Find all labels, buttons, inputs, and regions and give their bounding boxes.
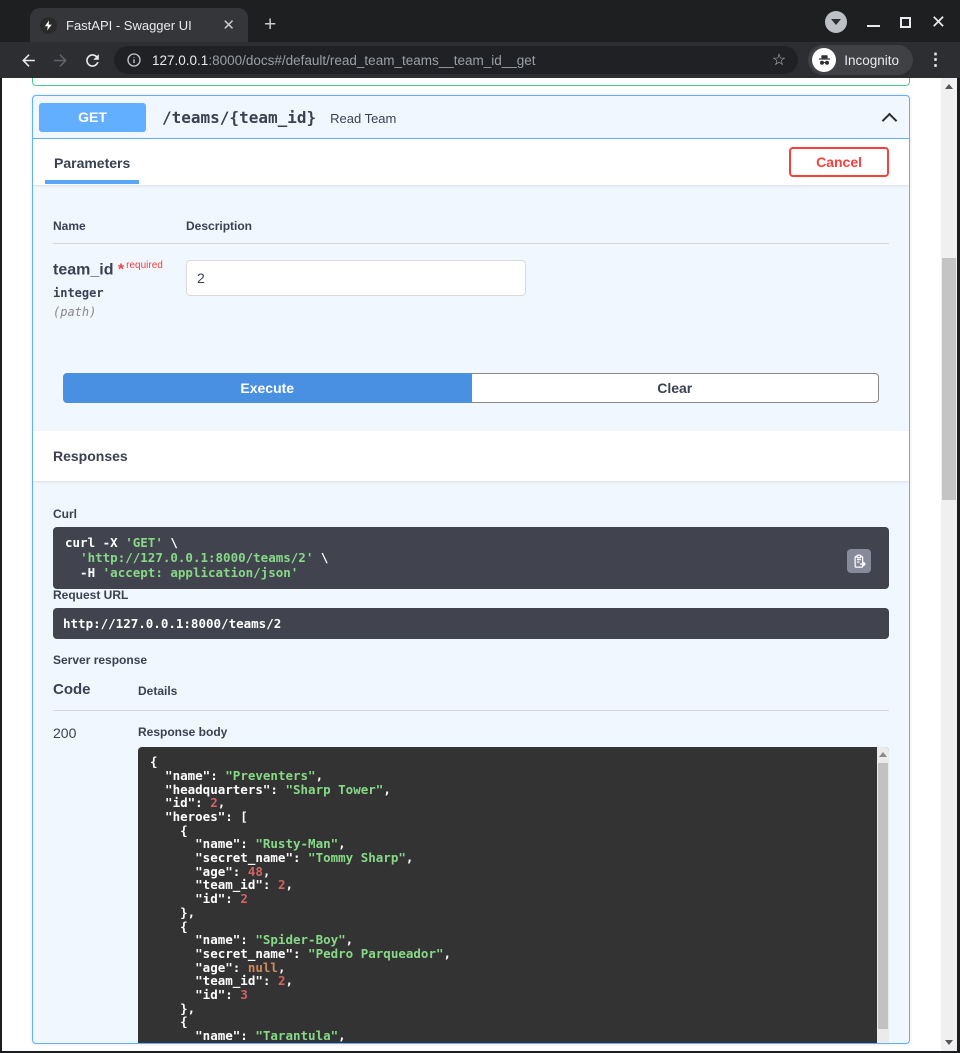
incognito-icon — [812, 48, 836, 72]
fastapi-bolt-icon — [40, 17, 57, 34]
response-body-label: Response body — [138, 725, 889, 739]
tab-title: FastAPI - Swagger UI — [66, 18, 219, 33]
parameter-row: team_id *required integer (path) — [53, 244, 889, 319]
responses-title: Responses — [53, 448, 128, 464]
opblock-get-read-team: GET /teams/{team_id} Read Team Parameter… — [32, 95, 910, 1044]
details-column-header: Details — [138, 684, 177, 698]
copy-to-clipboard-button[interactable] — [847, 549, 871, 573]
page-scroll-up-icon[interactable] — [945, 84, 953, 89]
maximize-icon[interactable] — [900, 17, 911, 28]
execute-button-group: Execute Clear — [63, 373, 879, 403]
execute-button[interactable]: Execute — [63, 373, 472, 403]
parameter-name: team_id — [53, 261, 113, 278]
curl-command-block: curl -X 'GET' \ 'http://127.0.0.1:8000/t… — [53, 527, 889, 589]
cancel-button[interactable]: Cancel — [789, 147, 889, 177]
response-body-scrollbar[interactable] — [877, 747, 889, 1043]
opblock-summary[interactable]: GET /teams/{team_id} Read Team — [33, 96, 909, 139]
clear-button[interactable]: Clear — [472, 373, 880, 403]
incognito-label: Incognito — [844, 53, 899, 68]
previous-operation-block[interactable] — [32, 78, 910, 86]
tab-search-icon[interactable] — [825, 11, 847, 33]
code-column-header: Code — [53, 681, 138, 698]
url-text[interactable]: 127.0.0.1:8000/docs#/default/read_team_t… — [152, 53, 772, 68]
response-row: 200 Response body { "name": "Preventers"… — [53, 711, 889, 1043]
response-status-code: 200 — [53, 725, 138, 1043]
page-scroll-down-icon[interactable] — [945, 1040, 953, 1045]
tab-close-icon[interactable]: ✕ — [219, 16, 238, 34]
responses-body: Curl curl -X 'GET' \ 'http://127.0.0.1:8… — [33, 481, 909, 1043]
parameters-table: Name Description team_id *required integ… — [33, 185, 909, 431]
server-response-label: Server response — [53, 653, 889, 667]
url-path: :8000/docs#/default/read_team_teams__tea… — [208, 53, 535, 68]
reload-icon[interactable] — [76, 44, 108, 76]
request-url-value: http://127.0.0.1:8000/teams/2 — [53, 608, 889, 639]
scroll-up-icon[interactable] — [879, 752, 887, 757]
operation-summary: Read Team — [330, 109, 396, 126]
new-tab-icon[interactable]: + — [264, 14, 276, 35]
window-frame-left — [0, 78, 2, 1053]
page-scrollbar-thumb[interactable] — [942, 258, 956, 500]
response-scrollbar-thumb[interactable] — [878, 763, 888, 1029]
page-scrollbar[interactable] — [941, 78, 957, 1051]
address-bar[interactable]: 127.0.0.1:8000/docs#/default/read_team_t… — [114, 46, 798, 74]
operation-path: /teams/{team_id} — [162, 108, 316, 127]
star-icon[interactable]: ☆ — [772, 50, 786, 70]
url-host: 127.0.0.1 — [152, 53, 208, 68]
responses-section-header: Responses — [33, 431, 909, 481]
forward-icon[interactable] — [44, 44, 76, 76]
description-column-header: Description — [186, 219, 252, 233]
incognito-badge: Incognito — [808, 45, 913, 75]
parameter-type: integer — [53, 286, 186, 300]
menu-icon[interactable]: ⋮ — [921, 50, 950, 70]
tab-strip: FastAPI - Swagger UI ✕ + ✕ — [0, 0, 960, 42]
info-icon[interactable] — [126, 52, 142, 68]
required-label: required — [126, 260, 163, 271]
back-icon[interactable] — [12, 44, 44, 76]
chevron-up-icon[interactable] — [882, 112, 898, 128]
required-star: * — [118, 261, 124, 278]
team-id-input[interactable] — [186, 260, 526, 296]
browser-tab[interactable]: FastAPI - Swagger UI ✕ — [30, 8, 248, 42]
request-url-label: Request URL — [53, 588, 889, 602]
name-column-header: Name — [53, 219, 186, 233]
swagger-page: GET /teams/{team_id} Read Team Parameter… — [0, 78, 960, 1053]
browser-chrome: FastAPI - Swagger UI ✕ + ✕ 127.0.0.1:800… — [0, 0, 960, 78]
curl-label: Curl — [53, 507, 889, 521]
response-body-block: { "name": "Preventers", "headquarters": … — [138, 747, 889, 1043]
parameter-location: (path) — [53, 305, 186, 319]
tab-parameters[interactable]: Parameters — [45, 140, 139, 184]
browser-toolbar: 127.0.0.1:8000/docs#/default/read_team_t… — [0, 42, 960, 78]
window-close-icon[interactable]: ✕ — [931, 13, 946, 31]
parameters-section-header: Parameters Cancel — [33, 139, 909, 185]
method-badge: GET — [39, 103, 146, 132]
minimize-icon[interactable] — [867, 25, 880, 27]
